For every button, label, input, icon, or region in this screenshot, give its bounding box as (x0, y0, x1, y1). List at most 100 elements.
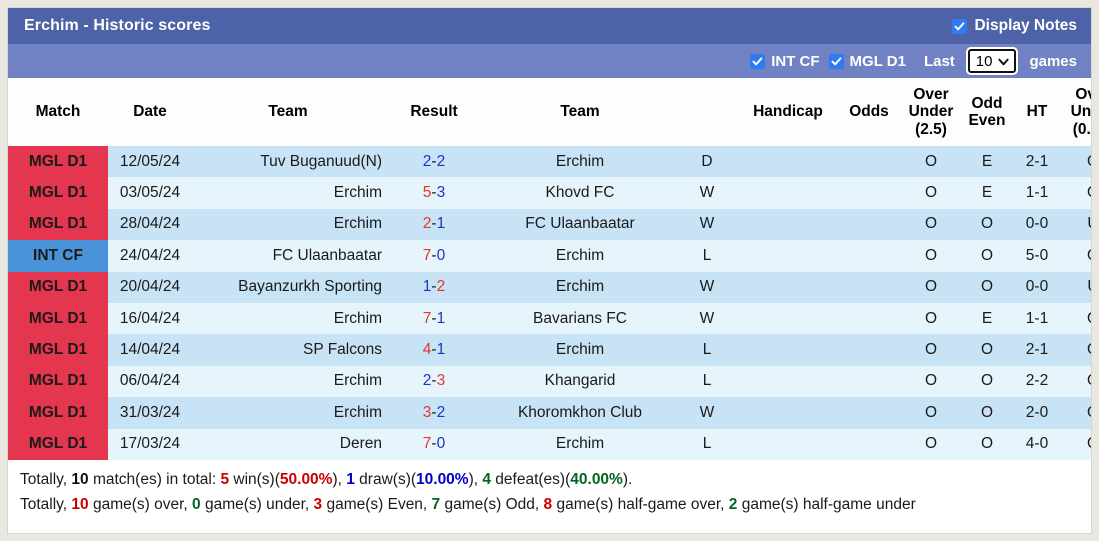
table-row[interactable]: MGL D1 31/03/24 Erchim 3-2 Khoromkhon Club W O… (8, 397, 1091, 429)
match-score[interactable]: 2-1 (384, 208, 484, 241)
table-body: MGL D1 12/05/24 Tuv Buganuud(N) 2-2 Erchim D O… (8, 146, 1091, 460)
match-date: 14/04/24 (108, 334, 192, 366)
league-badge[interactable]: MGL D1 (8, 177, 108, 209)
score-away: 1 (436, 215, 446, 233)
handicap-value (738, 302, 838, 335)
over-under-25-value: O (900, 240, 962, 272)
away-team[interactable]: Khovd FC (484, 177, 676, 209)
col-header-match[interactable]: Match (8, 78, 108, 146)
league-badge[interactable]: MGL D1 (8, 365, 108, 398)
league-badge[interactable]: MGL D1 (8, 146, 108, 178)
over-under-075-value: O (1062, 302, 1091, 335)
league-badge[interactable]: MGL D1 (8, 302, 108, 335)
odd-even-value: O (962, 240, 1012, 272)
league-badge[interactable]: INT CF (8, 240, 108, 272)
filter-mgl-d1[interactable]: MGL D1 (828, 53, 906, 70)
home-team[interactable]: Erchim (192, 302, 384, 335)
s1-draws: 1 (346, 470, 355, 488)
away-team[interactable]: FC Ulaanbaatar (484, 208, 676, 241)
table-row[interactable]: MGL D1 28/04/24 Erchim 2-1 FC Ulaanbaatar W O O… (8, 208, 1091, 241)
table-row[interactable]: MGL D1 20/04/24 Bayanzurkh Sporting 1-2 Erch… (8, 271, 1091, 303)
league-badge[interactable]: MGL D1 (8, 271, 108, 303)
league-badge[interactable]: MGL D1 (8, 208, 108, 241)
away-team[interactable]: Erchim (484, 271, 676, 303)
table-row[interactable]: INT CF 24/04/24 FC Ulaanbaatar 7-0 Erchim L O O… (8, 240, 1091, 272)
table-row[interactable]: MGL D1 16/04/24 Erchim 7-1 Bavarians FC W O E 1-… (8, 302, 1091, 335)
match-score[interactable]: 7-0 (384, 240, 484, 272)
table-row[interactable]: MGL D1 12/05/24 Tuv Buganuud(N) 2-2 Erchim D O… (8, 146, 1091, 178)
s2-p4: game(s) Even, (322, 496, 432, 514)
s1-p7: defeat(es)( (491, 470, 571, 488)
last-games-value: 10 (975, 52, 993, 70)
col-header-team-away[interactable]: Team (484, 78, 676, 146)
s2-p6: game(s) half-game over, (552, 496, 729, 514)
s1-draw-pct: 10.00% (416, 470, 469, 488)
match-score[interactable]: 5-3 (384, 177, 484, 209)
col-header-over-under-075[interactable]: Over Under (0.75) (1062, 78, 1091, 146)
result-outcome: W (676, 177, 738, 209)
home-team[interactable]: Deren (192, 428, 384, 460)
s2-half-over: 8 (543, 496, 553, 514)
away-team[interactable]: Erchim (484, 334, 676, 366)
home-team[interactable]: Erchim (192, 208, 384, 241)
handicap-value (738, 146, 838, 178)
s2-p3: game(s) under, (200, 496, 314, 514)
filter-int-cf[interactable]: INT CF (750, 53, 820, 70)
table-header: Match Date Team Result Team Handicap Odd… (8, 78, 1091, 146)
league-badge[interactable]: MGL D1 (8, 428, 108, 460)
home-team[interactable]: Erchim (192, 177, 384, 209)
home-team[interactable]: FC Ulaanbaatar (192, 240, 384, 272)
display-notes-toggle[interactable]: Display Notes (952, 17, 1077, 35)
home-team[interactable]: SP Falcons (192, 334, 384, 366)
col-header-result[interactable]: Result (384, 78, 484, 146)
match-score[interactable]: 4-1 (384, 334, 484, 366)
table-row[interactable]: MGL D114/04/24SP Falcons4-1ErchimLOO2-1O (8, 334, 1091, 366)
mgl-d1-checkbox[interactable] (828, 53, 844, 69)
away-team[interactable]: Bavarians FC (484, 302, 676, 335)
result-outcome: L (676, 240, 738, 272)
table-row[interactable]: MGL D103/05/24Erchim5-3Khovd FCWOE1-1O (8, 177, 1091, 209)
s2-odd: 7 (431, 496, 441, 514)
match-score[interactable]: 2-3 (384, 365, 484, 398)
league-badge[interactable]: MGL D1 (8, 334, 108, 366)
match-score[interactable]: 3-2 (384, 397, 484, 429)
home-team[interactable]: Bayanzurkh Sporting (192, 271, 384, 303)
table-row[interactable]: MGL D117/03/24Deren7-0ErchimLOO4-0O (8, 428, 1091, 460)
col-header-ht[interactable]: HT (1012, 78, 1062, 146)
away-team[interactable]: Erchim (484, 240, 676, 272)
col-header-date[interactable]: Date (108, 78, 192, 146)
league-badge[interactable]: MGL D1 (8, 397, 108, 429)
col-header-odds[interactable]: Odds (838, 78, 900, 146)
col-header-handicap[interactable]: Handicap (738, 78, 838, 146)
col-header-over-under-25[interactable]: Over Under (2.5) (900, 78, 962, 146)
away-team[interactable]: Erchim (484, 146, 676, 178)
table-header-row: Match Date Team Result Team Handicap Odd… (8, 78, 1091, 146)
match-score[interactable]: 1-2 (384, 271, 484, 303)
odd-even-value: E (962, 302, 1012, 335)
score-away: 2 (436, 278, 446, 296)
home-team[interactable]: Tuv Buganuud(N) (192, 146, 384, 178)
match-score[interactable]: 7-1 (384, 302, 484, 335)
away-team[interactable]: Erchim (484, 428, 676, 460)
last-games-select[interactable]: 10 (967, 49, 1017, 73)
ou075-line3: (0.75) (1072, 120, 1091, 138)
match-score[interactable]: 7-0 (384, 428, 484, 460)
int-cf-checkbox[interactable] (750, 53, 766, 69)
table-row[interactable]: MGL D106/04/24Erchim2-3KhangaridLOO2-2O (8, 365, 1091, 398)
odds-value (838, 397, 900, 429)
col-header-team-home[interactable]: Team (192, 78, 384, 146)
over-under-075-value: O (1062, 177, 1091, 209)
display-notes-checkbox[interactable] (952, 18, 968, 34)
home-team[interactable]: Erchim (192, 397, 384, 429)
odd-even-value: O (962, 334, 1012, 366)
odd-even-value: O (962, 271, 1012, 303)
away-team[interactable]: Khangarid (484, 365, 676, 398)
handicap-value (738, 334, 838, 366)
home-team[interactable]: Erchim (192, 365, 384, 398)
odds-value (838, 146, 900, 178)
away-team[interactable]: Khoromkhon Club (484, 397, 676, 429)
odds-value (838, 208, 900, 241)
col-header-odd-even[interactable]: Odd Even (962, 78, 1012, 146)
chevron-down-icon (998, 58, 1010, 65)
match-score[interactable]: 2-2 (384, 146, 484, 178)
